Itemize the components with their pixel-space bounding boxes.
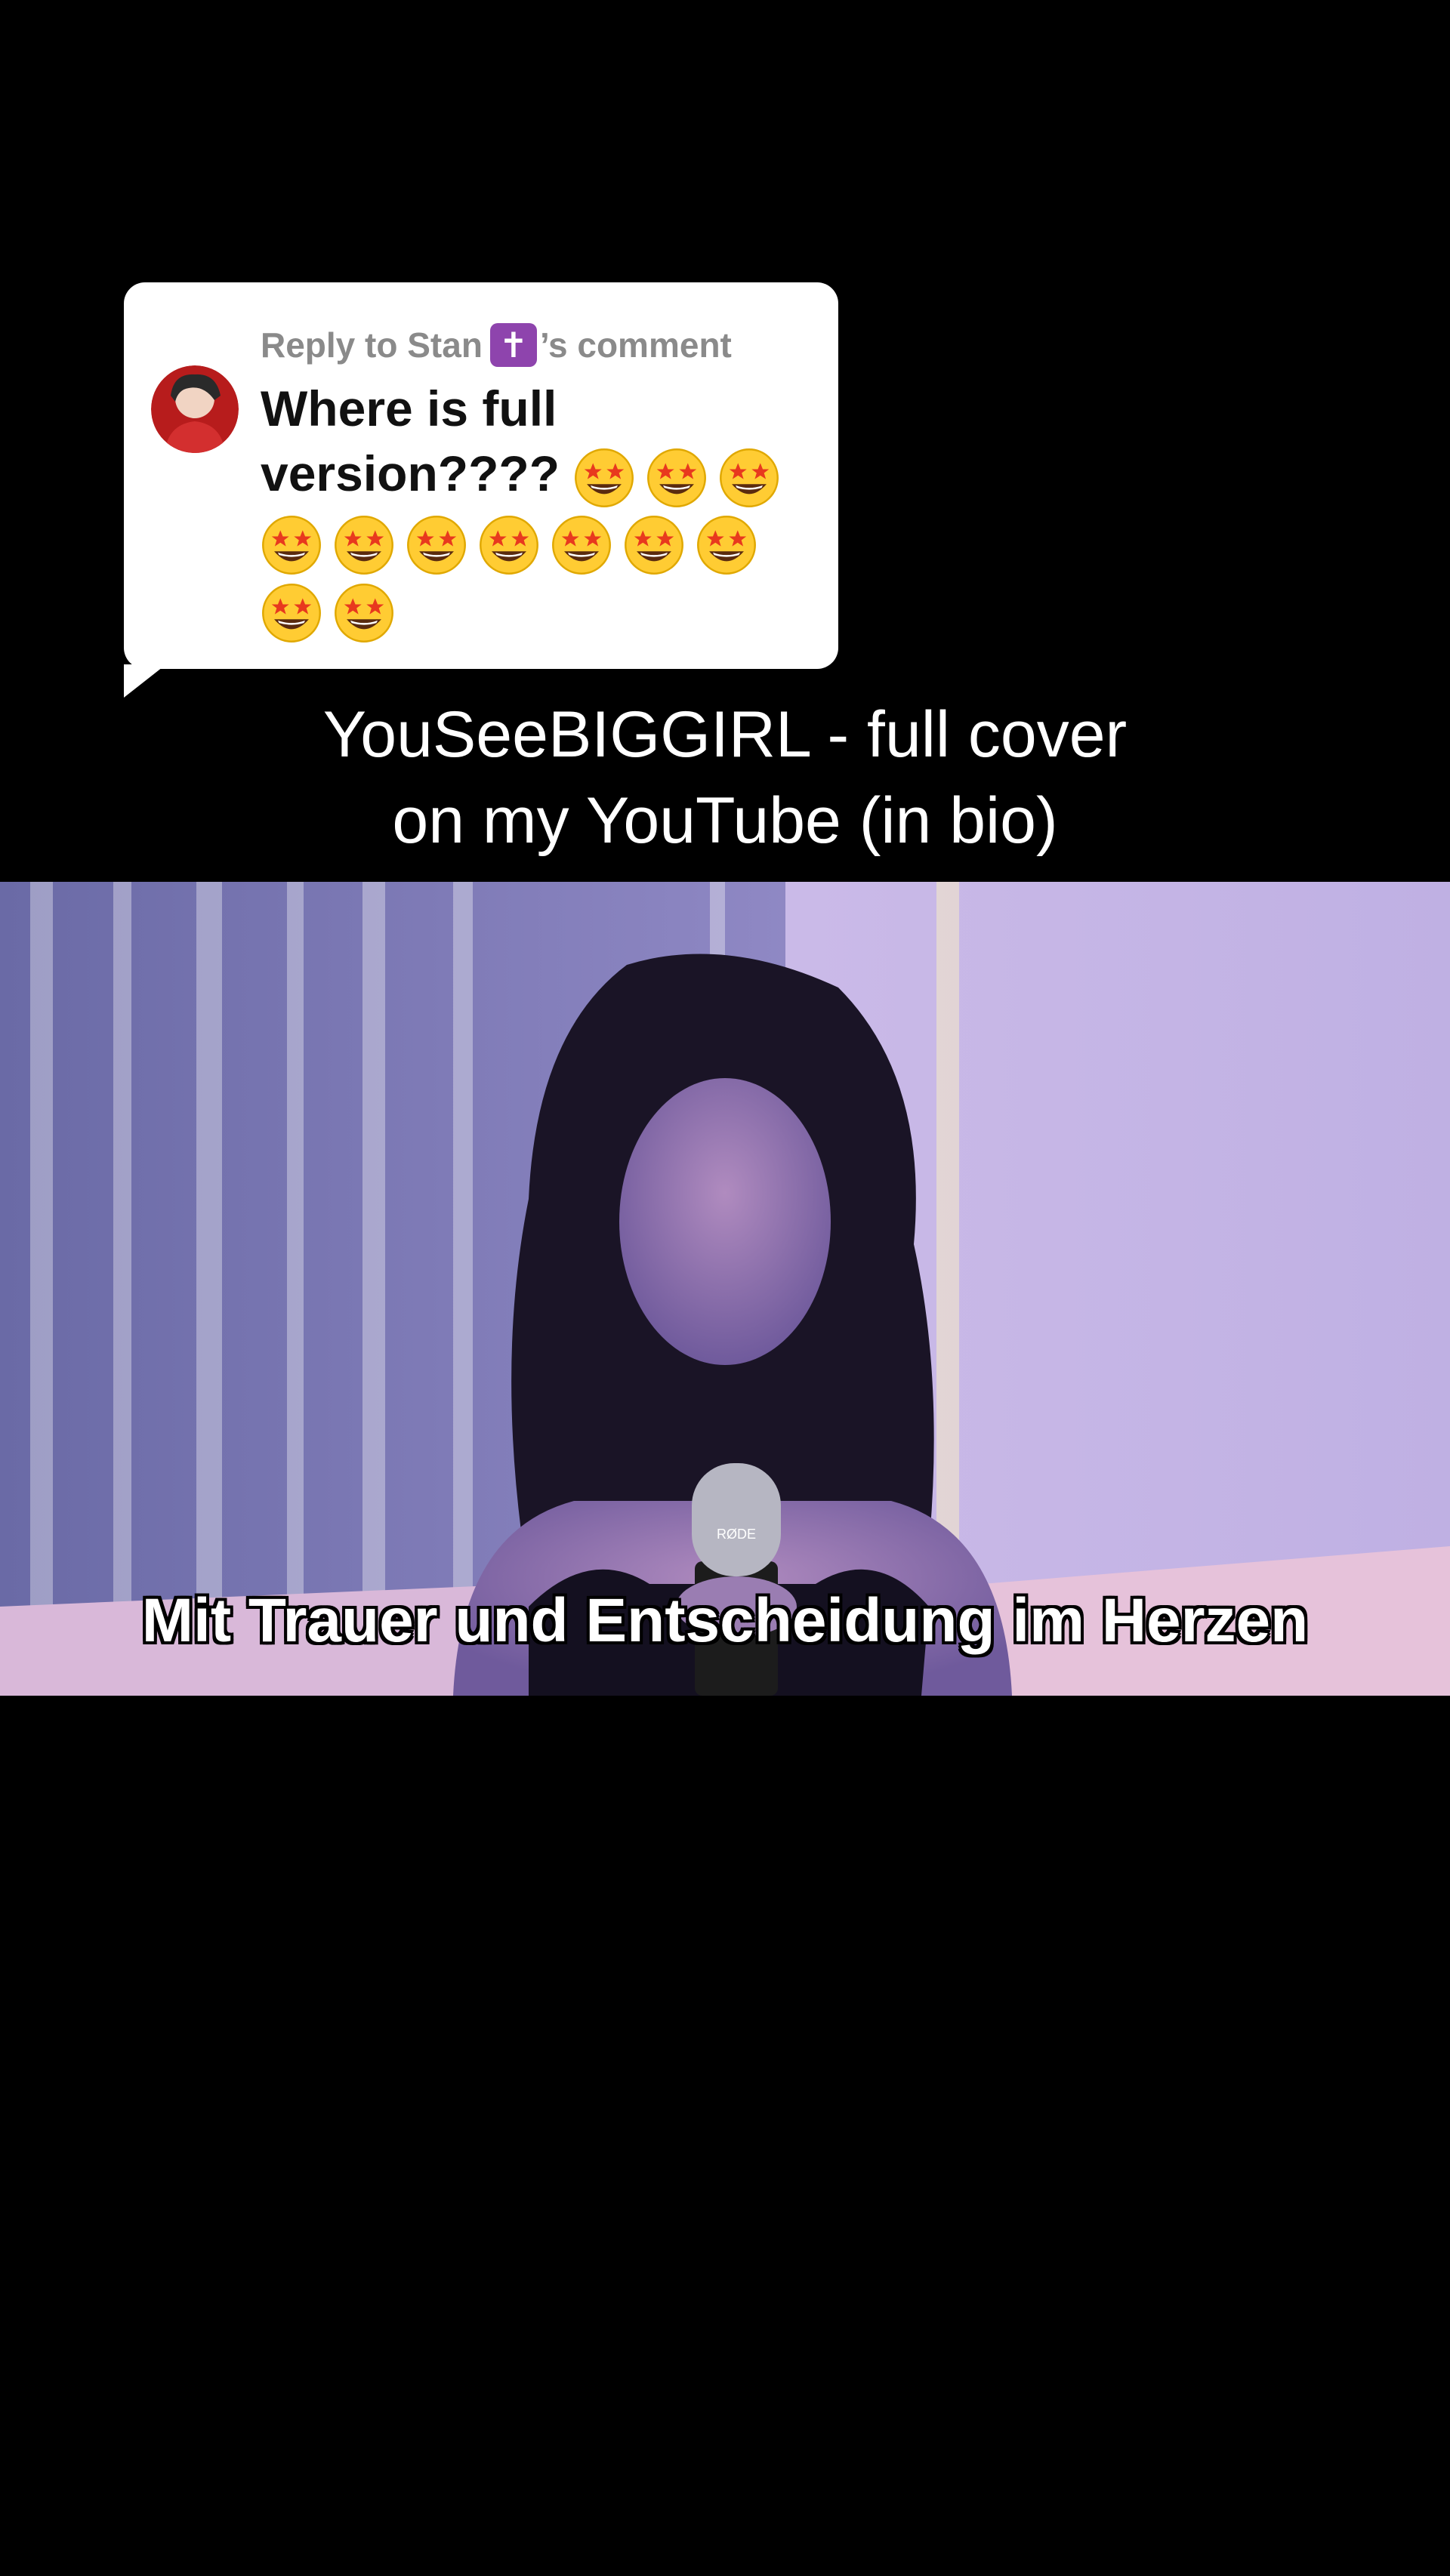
star-struck-emoji [262,516,321,575]
star-struck-emoji [262,583,321,642]
star-struck-emoji [335,583,393,642]
star-struck-emoji [647,448,707,507]
comment-line-1: Where is full [261,381,557,436]
caption-line-2: on my YouTube (in bio) [392,784,1058,857]
video-frame[interactable]: RØDE [0,882,1450,1696]
comment-text: Where is full version???? [261,376,819,644]
mic-brand: RØDE [717,1527,756,1542]
star-struck-emoji [407,516,466,575]
reply-to-line: Reply to Stan ✝ ’s comment [261,323,732,367]
caption-line-1: YouSeeBIGGIRL - full cover [322,698,1128,771]
comment-line-2: version???? [261,441,819,509]
star-struck-emoji [720,448,779,507]
star-struck-emoji [575,448,634,507]
star-struck-emoji [625,516,683,575]
emoji-row-4 [261,582,395,644]
star-struck-emoji [552,516,611,575]
star-struck-emoji [480,516,538,575]
star-struck-emoji [335,516,393,575]
emoji-row-2 [573,447,780,509]
video-caption: YouSeeBIGGIRL - full cover on my YouTube… [0,692,1450,864]
cross-icon: ✝ [489,323,537,367]
emoji-row-3 [261,514,757,576]
star-struck-emoji [697,516,756,575]
commenter-avatar[interactable] [151,365,239,453]
video-scene: RØDE [0,882,1450,1696]
reply-prefix: Reply to Stan [261,325,483,365]
reply-suffix: ’s comment [539,325,732,365]
video-subtitle: Mit Trauer und Entscheidung im Herzen [141,1586,1309,1655]
